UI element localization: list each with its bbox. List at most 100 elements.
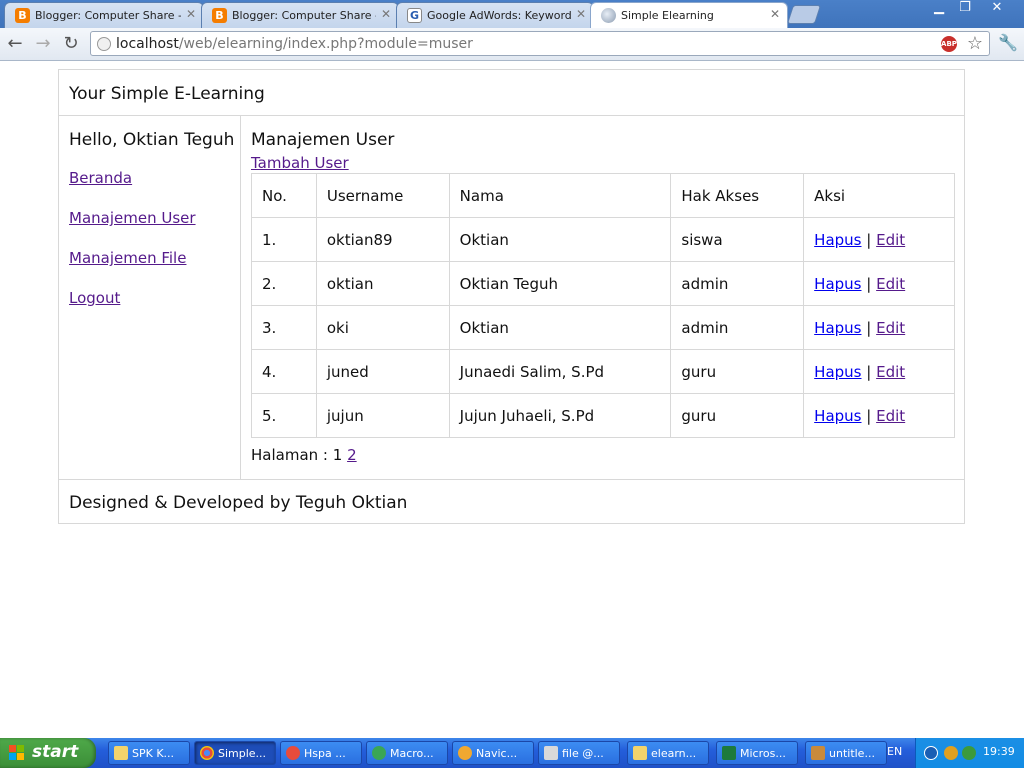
google-icon: G (407, 8, 422, 23)
restore-icon[interactable]: ❐ (952, 0, 978, 18)
column-header: Username (315, 173, 450, 218)
edit-link[interactable]: Edit (876, 231, 905, 249)
table-row: 2. oktian Oktian Teguh admin Hapus | Edi… (251, 261, 955, 306)
hspa-icon (286, 746, 300, 760)
back-icon[interactable]: ← (4, 33, 26, 55)
language-indicator[interactable]: EN (887, 745, 902, 758)
browser-tab-4-active[interactable]: Simple Elearning ✕ (590, 2, 788, 29)
edit-link[interactable]: Edit (876, 319, 905, 337)
sidebar-item-logout[interactable]: Logout (69, 289, 120, 307)
task-label: elearn... (651, 747, 697, 760)
task-label: Micros... (740, 747, 786, 760)
add-user-link[interactable]: Tambah User (251, 154, 349, 172)
column-header: No. (251, 173, 317, 218)
url-text[interactable]: localhost/web/elearning/index.php?module… (116, 36, 473, 52)
page-container: Your Simple E-Learning Hello, Oktian Teg… (58, 69, 965, 524)
column-header: Nama (448, 173, 672, 218)
folder-icon (114, 746, 128, 760)
pagination-current: 1 (332, 446, 343, 464)
browser-tab-2[interactable]: B Blogger: Computer Share - Cre ✕ (201, 2, 399, 28)
table-row: 1. oktian89 Oktian siswa Hapus | Edit (251, 217, 955, 262)
blogger-icon: B (15, 8, 30, 23)
clock: 19:39 (983, 745, 1015, 758)
sidebar-item-manajemen-file[interactable]: Manajemen File (69, 249, 186, 267)
address-bar[interactable]: localhost/web/elearning/index.php?module… (90, 31, 990, 56)
adblock-icon[interactable]: ABP (941, 36, 957, 52)
sidebar-item-manajemen-user[interactable]: Manajemen User (69, 209, 196, 227)
table-row: 4. juned Junaedi Salim, S.Pd guru Hapus … (251, 349, 955, 394)
taskbar-item-hspa[interactable]: Hspa ... (280, 741, 362, 765)
edit-link[interactable]: Edit (876, 275, 905, 293)
tray-app-icon[interactable] (944, 746, 958, 760)
column-header: Aksi (803, 173, 955, 218)
globe-icon (601, 8, 616, 23)
folder-icon (633, 746, 647, 760)
delete-link[interactable]: Hapus (814, 407, 861, 425)
action-separator: | (866, 406, 872, 425)
network-icon[interactable] (962, 746, 976, 760)
cell-hak-akses: guru (670, 349, 805, 394)
close-window-icon[interactable]: ✕ (984, 0, 1010, 18)
taskbar-item-excel[interactable]: Micros... (716, 741, 798, 765)
taskbar-item-macromedia[interactable]: Macro... (366, 741, 448, 765)
taskbar-item-file[interactable]: file @... (538, 741, 620, 765)
footer-text: Designed & Developed by Teguh Oktian (69, 493, 408, 513)
close-tab-icon[interactable]: ✕ (186, 7, 196, 21)
taskbar: start SPK K... Simple... Hspa ... Macro.… (0, 738, 1024, 768)
cell-no: 5. (251, 393, 317, 438)
taskbar-item-elearning-folder[interactable]: elearn... (627, 741, 709, 765)
column-header: Hak Akses (670, 173, 805, 218)
cell-no: 2. (251, 261, 317, 306)
table-row: 5. jujun Jujun Juhaeli, S.Pd guru Hapus … (251, 393, 955, 438)
site-footer: Designed & Developed by Teguh Oktian (59, 479, 964, 524)
delete-link[interactable]: Hapus (814, 275, 861, 293)
delete-link[interactable]: Hapus (814, 319, 861, 337)
taskbar-item-simple-elearning[interactable]: Simple... (194, 741, 276, 765)
cell-username: juned (315, 349, 450, 394)
tab-title: Blogger: Computer Share - Cre (232, 9, 376, 22)
new-tab-button[interactable] (786, 5, 822, 24)
cell-aksi: Hapus | Edit (803, 217, 955, 262)
edit-link[interactable]: Edit (876, 407, 905, 425)
site-header: Your Simple E-Learning (59, 70, 964, 116)
delete-link[interactable]: Hapus (814, 363, 861, 381)
pagination-next-link[interactable]: 2 (347, 446, 357, 464)
forward-icon[interactable]: → (32, 33, 54, 55)
cell-aksi: Hapus | Edit (803, 261, 955, 306)
minimize-icon[interactable]: ▁ (926, 0, 952, 18)
browser-tab-3[interactable]: G Google AdWords: Keyword To ✕ (396, 2, 594, 28)
reload-icon[interactable]: ↻ (60, 33, 82, 55)
task-label: untitle... (829, 747, 875, 760)
cell-hak-akses: admin (670, 261, 805, 306)
paint-icon (811, 746, 825, 760)
bookmark-star-icon[interactable]: ☆ (967, 33, 983, 54)
browser-toolbar: ← → ↻ localhost/web/elearning/index.php?… (0, 28, 1024, 61)
taskbar-item-paint[interactable]: untitle... (805, 741, 887, 765)
cell-hak-akses: guru (670, 393, 805, 438)
close-tab-icon[interactable]: ✕ (770, 7, 780, 21)
close-tab-icon[interactable]: ✕ (381, 7, 391, 21)
tray-expand-icon[interactable] (924, 746, 938, 760)
edit-link[interactable]: Edit (876, 363, 905, 381)
start-button[interactable]: start (0, 738, 96, 768)
start-label: start (32, 742, 79, 762)
cell-username: oktian89 (315, 217, 450, 262)
browser-tab-1[interactable]: B Blogger: Computer Share - All ✕ (4, 2, 204, 28)
close-tab-icon[interactable]: ✕ (576, 7, 586, 21)
delete-link[interactable]: Hapus (814, 231, 861, 249)
cell-nama: Oktian (448, 305, 672, 350)
cell-username: oktian (315, 261, 450, 306)
taskbar-item-navicat[interactable]: Navic... (452, 741, 534, 765)
sidebar: Hello, Oktian Teguh Beranda Manajemen Us… (59, 115, 241, 479)
pagination-label: Halaman : (251, 446, 328, 464)
sidebar-item-beranda[interactable]: Beranda (69, 169, 132, 187)
cell-aksi: Hapus | Edit (803, 305, 955, 350)
task-label: Macro... (390, 747, 434, 760)
chrome-icon (200, 746, 214, 760)
action-separator: | (866, 362, 872, 381)
cell-nama: Oktian (448, 217, 672, 262)
cell-nama: Oktian Teguh (448, 261, 672, 306)
task-label: Hspa ... (304, 747, 346, 760)
wrench-menu-icon[interactable]: 🔧 (998, 33, 1018, 52)
taskbar-item-spk[interactable]: SPK K... (108, 741, 190, 765)
